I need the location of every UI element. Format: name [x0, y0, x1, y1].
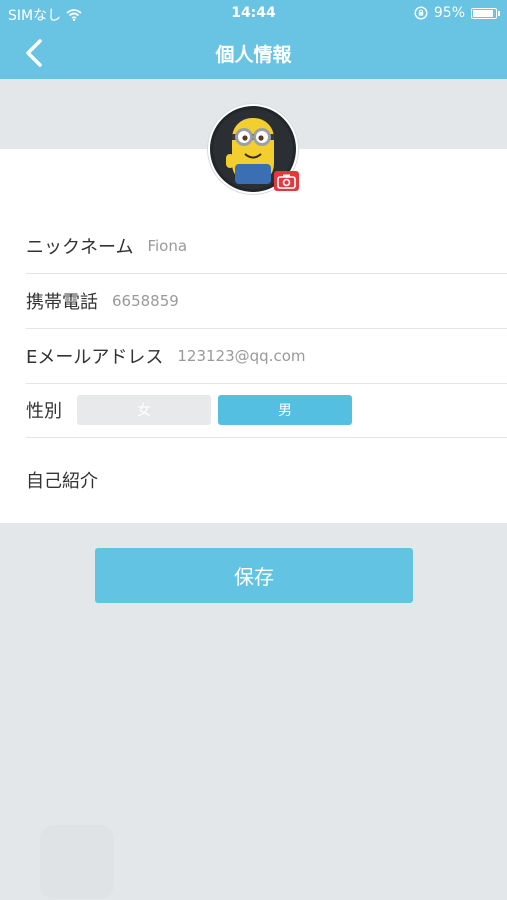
phone-row[interactable]: 携帯電話 6658859 [26, 274, 507, 329]
page-title: 個人情報 [215, 44, 292, 66]
app-header: SIMなし 14:44 95% 個人情報 [0, 0, 507, 79]
bio-row[interactable]: 自己紹介 [26, 453, 507, 507]
orientation-lock-icon [414, 6, 428, 20]
phone-value: 6658859 [112, 292, 179, 310]
nickname-row[interactable]: ニックネーム Fiona [26, 219, 507, 274]
save-button[interactable]: 保存 [95, 548, 413, 603]
gender-row: 性別 女 男 [26, 383, 507, 438]
assistive-touch-button[interactable] [40, 825, 114, 899]
nickname-label: ニックネーム [26, 237, 134, 258]
email-row[interactable]: Eメールアドレス 123123@qq.com [26, 329, 507, 384]
phone-label: 携帯電話 [26, 292, 98, 313]
nickname-value: Fiona [147, 237, 188, 255]
battery-icon [471, 7, 500, 19]
profile-card: ニックネーム Fiona 携帯電話 6658859 Eメールアドレス 12312… [0, 149, 507, 523]
email-value: 123123@qq.com [177, 347, 306, 365]
gender-male-button[interactable]: 男 [218, 395, 352, 425]
gender-label: 性別 [26, 401, 62, 422]
email-label: Eメールアドレス [26, 347, 164, 368]
camera-badge-button[interactable] [274, 171, 299, 191]
battery-fill [473, 9, 493, 17]
battery-percent: 95% [433, 5, 465, 21]
camera-icon [277, 174, 296, 189]
gender-female-button[interactable]: 女 [77, 395, 211, 425]
status-bar: SIMなし 14:44 95% [0, 0, 507, 28]
bio-label: 自己紹介 [26, 471, 98, 492]
status-right: 95% [414, 5, 500, 21]
